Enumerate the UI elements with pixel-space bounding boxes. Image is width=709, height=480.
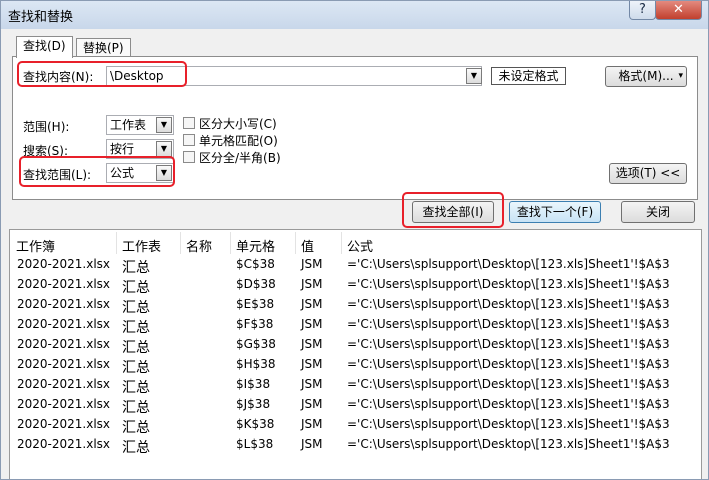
close-button[interactable]: 关闭 (621, 201, 695, 223)
search-order-value: 按行 (110, 142, 135, 156)
result-sheet: 汇总 (122, 360, 150, 376)
result-formula: ='C:\Users\splsupport\Desktop\[123.xls]S… (347, 377, 670, 391)
title-bar: 查找和替换 ? ✕ (1, 1, 708, 29)
result-workbook: 2020-2021.xlsx (17, 337, 111, 351)
result-cell: $J$38 (236, 397, 271, 411)
result-formula: ='C:\Users\splsupport\Desktop\[123.xls]S… (347, 277, 670, 291)
result-sheet: 汇总 (122, 340, 150, 356)
result-value: JSM (301, 317, 323, 331)
format-preview: 未设定格式 (491, 67, 566, 85)
table-row[interactable]: 2020-2021.xlsx 汇总 $H$38 JSM ='C:\Users\splsu… (10, 355, 701, 376)
result-cell: $L$38 (236, 437, 274, 451)
scope-value: 工作表 (110, 118, 147, 132)
result-value: JSM (301, 377, 323, 391)
match-entire-cell-checkbox[interactable] (183, 134, 195, 146)
result-cell: $I$38 (236, 377, 271, 391)
result-sheet: 汇总 (122, 260, 150, 276)
result-workbook: 2020-2021.xlsx (17, 417, 111, 431)
column-header-value[interactable]: 值 (301, 236, 314, 255)
match-entire-cell-label: 单元格匹配(O) (199, 134, 278, 148)
result-workbook: 2020-2021.xlsx (17, 357, 111, 371)
column-header-workbook[interactable]: 工作簿 (16, 236, 55, 255)
format-button[interactable]: 格式(M)... ▾ (605, 66, 687, 87)
result-cell: $K$38 (236, 417, 275, 431)
table-row[interactable]: 2020-2021.xlsx 汇总 $L$38 JSM ='C:\Users\splsu… (10, 435, 701, 456)
result-workbook: 2020-2021.xlsx (17, 377, 111, 391)
find-next-button[interactable]: 查找下一个(F) (509, 201, 601, 223)
result-value: JSM (301, 277, 323, 291)
result-formula: ='C:\Users\splsupport\Desktop\[123.xls]S… (347, 437, 670, 451)
table-row[interactable]: 2020-2021.xlsx 汇总 $E$38 JSM ='C:\Users\splsu… (10, 295, 701, 316)
result-workbook: 2020-2021.xlsx (17, 277, 111, 291)
result-sheet: 汇总 (122, 300, 150, 316)
result-sheet: 汇总 (122, 280, 150, 296)
column-header-name[interactable]: 名称 (186, 236, 212, 255)
scope-label: 范围(H): (23, 120, 70, 134)
result-workbook: 2020-2021.xlsx (17, 317, 111, 331)
close-window-button[interactable]: ✕ (655, 1, 702, 20)
help-button[interactable]: ? (629, 1, 656, 20)
dialog-title: 查找和替换 (8, 10, 74, 25)
result-cell: $H$38 (236, 357, 276, 371)
result-value: JSM (301, 417, 323, 431)
match-width-label: 区分全/半角(B) (199, 151, 281, 165)
result-value: JSM (301, 397, 323, 411)
find-history-dropdown-icon[interactable]: ▼ (466, 68, 482, 84)
options-toggle-button[interactable]: 选项(T) << (609, 163, 687, 184)
result-formula: ='C:\Users\splsupport\Desktop\[123.xls]S… (347, 417, 670, 431)
result-workbook: 2020-2021.xlsx (17, 437, 111, 451)
column-header-sheet[interactable]: 工作表 (122, 236, 161, 255)
result-value: JSM (301, 437, 323, 451)
match-case-checkbox[interactable] (183, 117, 195, 129)
result-formula: ='C:\Users\splsupport\Desktop\[123.xls]S… (347, 397, 670, 411)
result-formula: ='C:\Users\splsupport\Desktop\[123.xls]S… (347, 317, 670, 331)
result-formula: ='C:\Users\splsupport\Desktop\[123.xls]S… (347, 357, 670, 371)
match-width-checkbox[interactable] (183, 151, 195, 163)
result-formula: ='C:\Users\splsupport\Desktop\[123.xls]S… (347, 337, 670, 351)
result-value: JSM (301, 257, 323, 271)
result-sheet: 汇总 (122, 320, 150, 336)
format-dropdown-icon: ▾ (678, 71, 683, 81)
find-replace-dialog: 查找和替换 ? ✕ 查找(D) 替换(P) 查找内容(N): \Desktop … (0, 0, 709, 480)
table-row[interactable]: 2020-2021.xlsx 汇总 $K$38 JSM ='C:\Users\splsu… (10, 415, 701, 436)
result-formula: ='C:\Users\splsupport\Desktop\[123.xls]S… (347, 257, 670, 271)
result-cell: $G$38 (236, 337, 276, 351)
table-row[interactable]: 2020-2021.xlsx 汇总 $F$38 JSM ='C:\Users\splsu… (10, 315, 701, 336)
format-button-label: 格式(M)... (618, 69, 674, 83)
result-cell: $F$38 (236, 317, 274, 331)
result-cell: $E$38 (236, 297, 275, 311)
table-row[interactable]: 2020-2021.xlsx 汇总 $D$38 JSM ='C:\Users\splsu… (10, 275, 701, 296)
column-header-cell[interactable]: 单元格 (236, 236, 275, 255)
result-sheet: 汇总 (122, 420, 150, 436)
tab-find[interactable]: 查找(D) (16, 36, 73, 58)
table-row[interactable]: 2020-2021.xlsx 汇总 $I$38 JSM ='C:\Users\splsu… (10, 375, 701, 396)
result-value: JSM (301, 337, 323, 351)
table-row[interactable]: 2020-2021.xlsx 汇总 $C$38 JSM ='C:\Users\splsu… (10, 255, 701, 276)
result-sheet: 汇总 (122, 440, 150, 456)
match-case-label: 区分大小写(C) (199, 117, 277, 131)
result-cell: $C$38 (236, 257, 275, 271)
search-order-dropdown-icon[interactable]: ▼ (156, 141, 172, 157)
column-header-formula[interactable]: 公式 (347, 236, 373, 255)
result-workbook: 2020-2021.xlsx (17, 297, 111, 311)
result-cell: $D$38 (236, 277, 276, 291)
result-workbook: 2020-2021.xlsx (17, 397, 111, 411)
table-row[interactable]: 2020-2021.xlsx 汇总 $G$38 JSM ='C:\Users\splsu… (10, 335, 701, 356)
result-sheet: 汇总 (122, 400, 150, 416)
result-sheet: 汇总 (122, 380, 150, 396)
result-workbook: 2020-2021.xlsx (17, 257, 111, 271)
result-value: JSM (301, 297, 323, 311)
highlight-find-all (402, 192, 504, 228)
results-list[interactable]: 工作簿 工作表 名称 单元格 值 公式 2020-2021.xlsx 汇总 $C$3… (9, 229, 702, 479)
table-row[interactable]: 2020-2021.xlsx 汇总 $J$38 JSM ='C:\Users\splsu… (10, 395, 701, 416)
highlight-find-what (17, 61, 187, 87)
result-value: JSM (301, 357, 323, 371)
scope-dropdown-icon[interactable]: ▼ (156, 117, 172, 133)
tab-replace[interactable]: 替换(P) (76, 38, 131, 58)
highlight-look-in (19, 156, 175, 187)
result-formula: ='C:\Users\splsupport\Desktop\[123.xls]S… (347, 297, 670, 311)
